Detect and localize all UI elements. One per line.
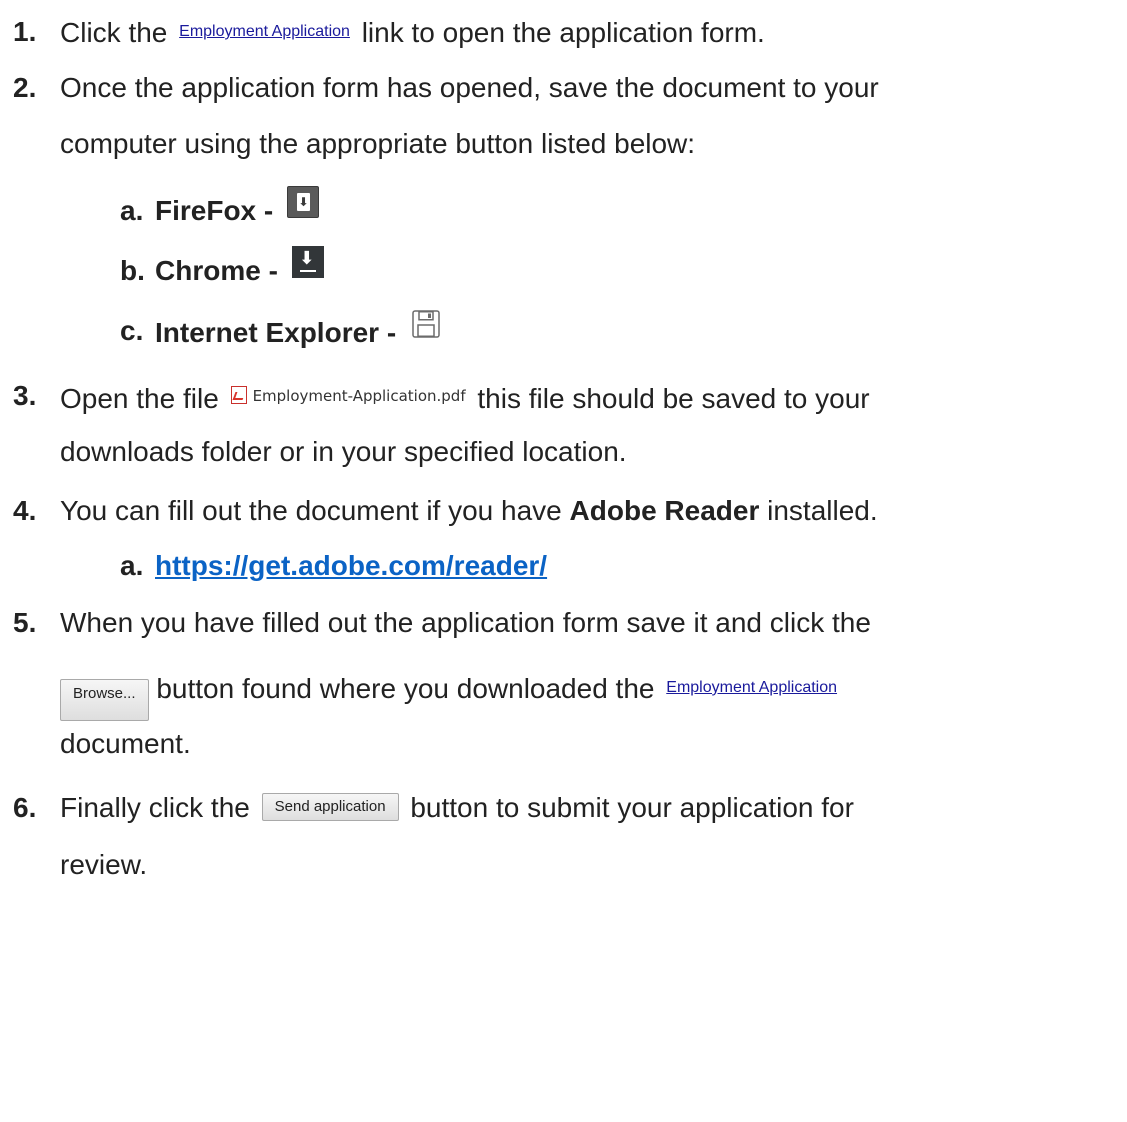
- step-number: 6.: [13, 792, 37, 823]
- adobe-reader-label: Adobe Reader: [569, 495, 760, 526]
- firefox-label: FireFox -: [155, 195, 274, 226]
- step-2-line-2: computer using the appropriate button li…: [60, 128, 696, 159]
- step-5-line-1: When you have filled out the application…: [60, 607, 871, 638]
- chrome-download-icon: [291, 246, 324, 278]
- pdf-file-name: Employment-Application.pdf: [252, 387, 466, 405]
- step-5-mid: button found where you downloaded the: [156, 673, 655, 704]
- pdf-file-item[interactable]: Employment-Application.pdf: [230, 371, 466, 421]
- employment-application-link[interactable]: Employment Application: [179, 23, 350, 40]
- step-3-line-2: downloads folder or in your specified lo…: [60, 436, 627, 467]
- step-number: 4.: [13, 495, 37, 526]
- step-number: 1.: [13, 16, 37, 47]
- step-3-post: this file should be saved to your: [477, 383, 870, 414]
- step-1-post: link to open the application form.: [361, 17, 765, 48]
- firefox-download-icon: [287, 186, 320, 218]
- step-6-pre: Finally click the: [60, 792, 250, 823]
- step-6-post: button to submit your application for: [410, 792, 854, 823]
- step-number: 5.: [13, 607, 37, 638]
- step-4-pre: You can fill out the document if you hav…: [60, 495, 562, 526]
- step-number: 3.: [13, 380, 37, 411]
- step-6-line-2: review.: [60, 849, 148, 880]
- sub-text: Internet Explorer -: [155, 306, 442, 358]
- employment-application-link[interactable]: Employment Application: [666, 679, 837, 696]
- sub-text: Chrome -: [155, 246, 324, 296]
- step-3-pre: Open the file: [60, 383, 219, 414]
- step-2-line-1: Once the application form has opened, sa…: [60, 72, 879, 103]
- step-1-pre: Click the: [60, 17, 168, 48]
- sub-letter: c.: [120, 315, 144, 346]
- step-text: Open the file Employment-Application.pdf…: [60, 371, 870, 424]
- sub-letter: a.: [120, 195, 144, 226]
- pdf-file-icon: [230, 386, 247, 404]
- floppy-disk-save-icon: [410, 306, 442, 338]
- sub-text: FireFox -: [155, 186, 320, 236]
- step-text: Click the Employment Application link to…: [60, 7, 765, 58]
- step-text: Finally click the Send application butto…: [60, 783, 854, 833]
- step-4-post: installed.: [767, 495, 878, 526]
- step-text: You can fill out the document if you hav…: [60, 486, 878, 536]
- sub-letter: a.: [120, 550, 144, 581]
- send-application-button[interactable]: Send application: [261, 793, 399, 821]
- step-5-line-3: document.: [60, 728, 191, 759]
- ie-label: Internet Explorer -: [155, 317, 397, 348]
- step-text: Browse... button found where you downloa…: [60, 658, 841, 721]
- step-number: 2.: [13, 72, 37, 103]
- chrome-label: Chrome -: [155, 255, 278, 286]
- sub-letter: b.: [120, 255, 145, 286]
- browse-button[interactable]: Browse...: [60, 679, 149, 721]
- adobe-reader-link[interactable]: https://get.adobe.com/reader/: [155, 541, 547, 591]
